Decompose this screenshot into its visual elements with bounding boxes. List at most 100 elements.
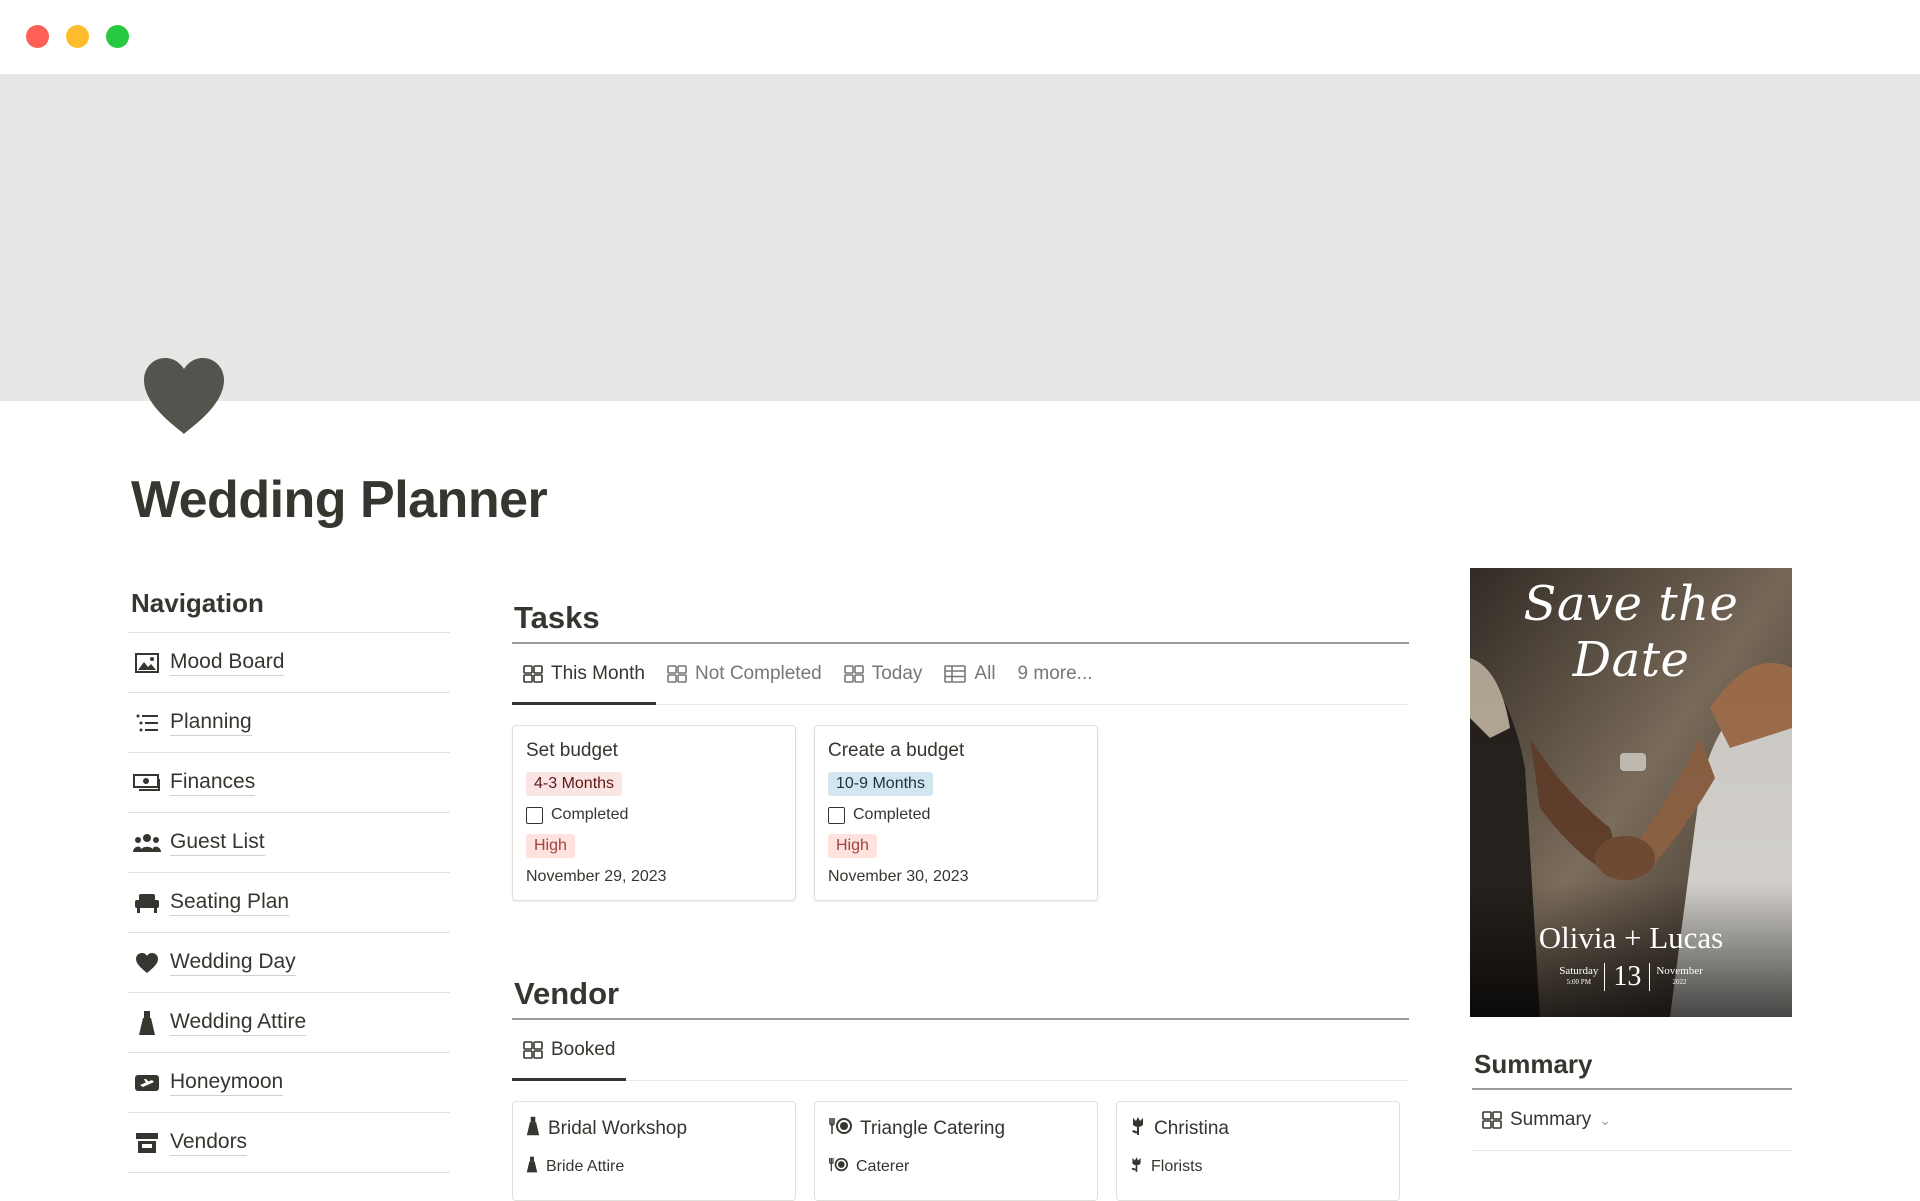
tab-not-completed[interactable]: Not Completed	[656, 644, 833, 704]
summary-view-selector[interactable]: Summary ⌄	[1472, 1090, 1792, 1151]
navigation-panel: Navigation Mood Board Planning Finances …	[128, 588, 450, 1173]
plane-icon	[133, 1069, 161, 1097]
page-title: Wedding Planner	[131, 471, 548, 529]
dress-icon	[526, 1116, 540, 1142]
nav-item-label: Honeymoon	[170, 1069, 284, 1096]
poster-month-block: November 2022	[1656, 966, 1702, 988]
nav-item-label: Seating Plan	[170, 889, 290, 916]
tab-all[interactable]: All	[933, 644, 1006, 704]
nav-item-guest-list[interactable]: Guest List	[128, 813, 450, 873]
timeframe-badge: 4-3 Months	[526, 772, 623, 796]
page-cover[interactable]	[0, 74, 1920, 401]
poster-day: 13	[1604, 963, 1651, 991]
gallery-view-icon	[843, 665, 864, 683]
vendor-category: Florists	[1151, 1158, 1203, 1175]
people-icon	[133, 829, 161, 857]
tab-label: Not Completed	[694, 663, 822, 684]
tasks-heading: Tasks	[512, 594, 1409, 644]
nav-item-label: Wedding Day	[170, 949, 296, 976]
vendor-name: Triangle Catering	[860, 1118, 1006, 1139]
poster-names: Olivia + Lucas	[1538, 920, 1724, 955]
nav-item-honeymoon[interactable]: Honeymoon	[128, 1053, 450, 1113]
image-icon	[133, 649, 161, 677]
tab-label: This Month	[551, 663, 645, 684]
nav-item-label: Guest List	[170, 829, 265, 856]
list-icon	[133, 709, 161, 737]
heart-icon	[133, 949, 161, 977]
nav-item-label: Vendors	[170, 1129, 248, 1156]
nav-item-label: Planning	[170, 709, 252, 736]
tab-today[interactable]: Today	[833, 644, 934, 704]
poster-weekday: Saturday	[1559, 965, 1599, 977]
dress-icon	[526, 1156, 538, 1178]
dining-icon	[828, 1116, 852, 1142]
tasks-view-tabs: This Month Not Completed Today All 9 mor…	[512, 644, 1409, 705]
priority-badge: High	[526, 834, 575, 858]
task-title: Create a budget	[828, 740, 965, 761]
task-card[interactable]: Set budget 4-3 Months Completed High Nov…	[512, 725, 796, 901]
completed-checkbox[interactable]	[526, 806, 543, 824]
nav-item-seating-plan[interactable]: Seating Plan	[128, 873, 450, 933]
nav-item-wedding-attire[interactable]: Wedding Attire	[128, 993, 450, 1053]
nav-item-vendors[interactable]: Vendors	[128, 1113, 450, 1173]
table-view-icon	[944, 665, 967, 683]
navigation-heading: Navigation	[128, 588, 450, 633]
completed-property: Completed	[828, 806, 1084, 824]
gallery-view-icon	[523, 665, 543, 683]
vendor-name: Bridal Workshop	[548, 1118, 688, 1139]
summary-view-label: Summary	[1510, 1109, 1592, 1130]
tab-label: Today	[871, 663, 923, 684]
minimize-window-button[interactable]	[66, 25, 89, 48]
gallery-view-icon	[523, 1041, 543, 1059]
tab-label: Booked	[551, 1039, 616, 1060]
nav-item-mood-board[interactable]: Mood Board	[128, 633, 450, 693]
vendor-card[interactable]: Christina Florists	[1116, 1101, 1400, 1201]
store-icon	[133, 1129, 161, 1157]
vendor-gallery: Bridal Workshop Bride Attire Triangle Ca…	[512, 1101, 1409, 1201]
vendor-category: Bride Attire	[546, 1158, 625, 1175]
flower-icon	[1130, 1156, 1143, 1178]
heart-icon[interactable]	[142, 356, 226, 436]
dining-icon	[828, 1156, 848, 1178]
vendor-card[interactable]: Triangle Catering Caterer	[814, 1101, 1098, 1201]
vendor-card[interactable]: Bridal Workshop Bride Attire	[512, 1101, 796, 1201]
task-date: November 30, 2023	[828, 868, 969, 885]
completed-property: Completed	[526, 806, 782, 824]
poster-year: 2022	[1672, 978, 1687, 986]
tab-more-views[interactable]: 9 more...	[1007, 644, 1104, 704]
gallery-view-icon	[1482, 1111, 1502, 1129]
gallery-view-icon	[667, 665, 687, 683]
nav-item-wedding-day[interactable]: Wedding Day	[128, 933, 450, 993]
flower-icon	[1130, 1116, 1146, 1142]
poster-date: Saturday 5:00 PM 13 November 2022	[1470, 963, 1792, 991]
priority-badge: High	[828, 834, 877, 858]
tab-this-month[interactable]: This Month	[512, 644, 656, 705]
nav-item-planning[interactable]: Planning	[128, 693, 450, 753]
close-window-button[interactable]	[26, 25, 49, 48]
vendor-view-tabs: Booked	[512, 1020, 1409, 1081]
completed-checkbox[interactable]	[828, 806, 845, 824]
poster-month: November	[1656, 965, 1703, 977]
tasks-gallery: Set budget 4-3 Months Completed High Nov…	[512, 725, 1409, 901]
vendor-section: Vendor Booked Bridal Workshop Bride Atti…	[512, 970, 1409, 1201]
task-date: November 29, 2023	[526, 868, 667, 885]
vendor-heading: Vendor	[512, 970, 1409, 1020]
maximize-window-button[interactable]	[106, 25, 129, 48]
completed-label: Completed	[853, 806, 931, 823]
save-the-date-image[interactable]: Save the Date Olivia + Lucas Saturday 5:…	[1470, 568, 1792, 1017]
chevron-down-icon: ⌄	[1599, 1111, 1612, 1128]
tab-booked[interactable]: Booked	[512, 1020, 627, 1081]
window-titlebar	[0, 0, 1920, 74]
task-card[interactable]: Create a budget 10-9 Months Completed Hi…	[814, 725, 1098, 901]
poster-headline: Save the Date	[1523, 576, 1739, 688]
nav-item-label: Wedding Attire	[170, 1009, 307, 1036]
nav-item-finances[interactable]: Finances	[128, 753, 450, 813]
vendor-category: Caterer	[856, 1158, 910, 1175]
summary-heading: Summary	[1472, 1040, 1792, 1090]
vendor-name: Christina	[1154, 1118, 1229, 1139]
poster-time: 5:00 PM	[1566, 978, 1591, 986]
poster-weekday-block: Saturday 5:00 PM	[1559, 966, 1598, 988]
tasks-section: Tasks This Month Not Completed Today All	[512, 594, 1409, 901]
task-title: Set budget	[526, 740, 618, 761]
dress-icon	[133, 1009, 161, 1037]
